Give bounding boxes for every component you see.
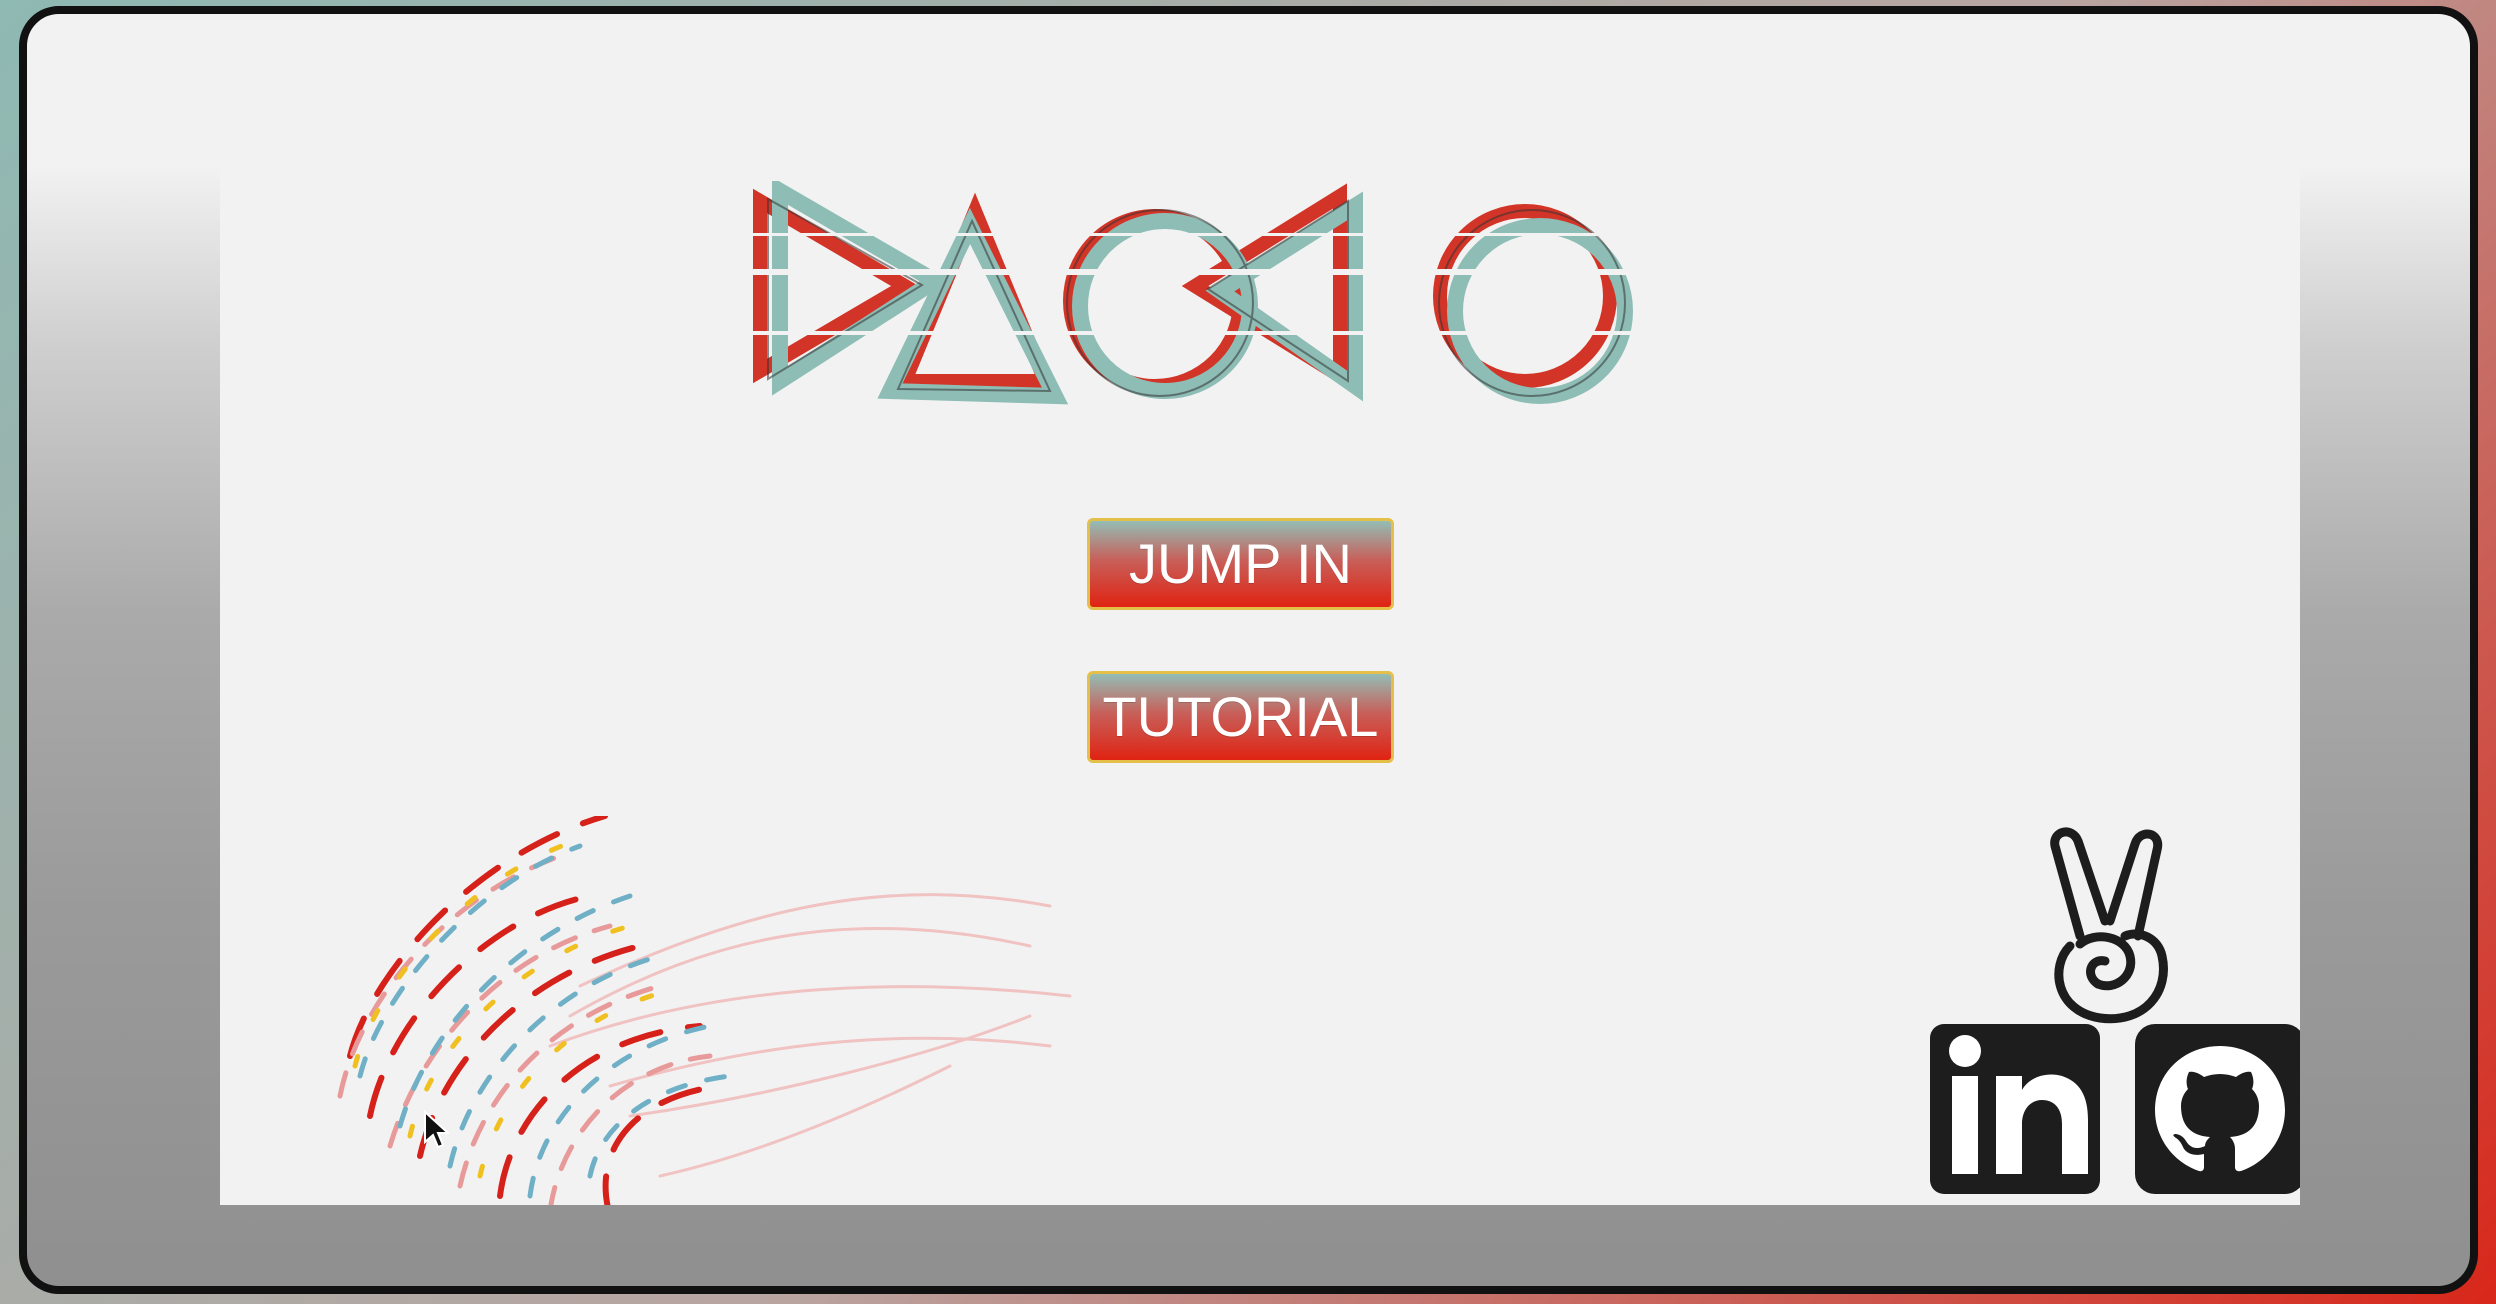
tutorial-button[interactable]: TUTORIAL — [1087, 671, 1394, 763]
linkedin-icon — [1949, 1035, 2088, 1174]
social-links — [1930, 826, 2300, 1205]
github-link[interactable] — [2135, 1024, 2300, 1194]
peace-hand-icon — [2050, 827, 2168, 1024]
linkedin-link[interactable] — [1930, 1024, 2100, 1194]
game-canvas[interactable]: JUMP IN TUTORIAL — [220, 166, 2300, 1205]
jump-in-button[interactable]: JUMP IN — [1087, 518, 1394, 610]
github-icon — [2155, 1046, 2285, 1172]
game-logo — [740, 181, 1820, 405]
app-window-frame: JUMP IN TUTORIAL — [19, 6, 2478, 1294]
mouse-cursor-icon — [424, 1110, 449, 1149]
